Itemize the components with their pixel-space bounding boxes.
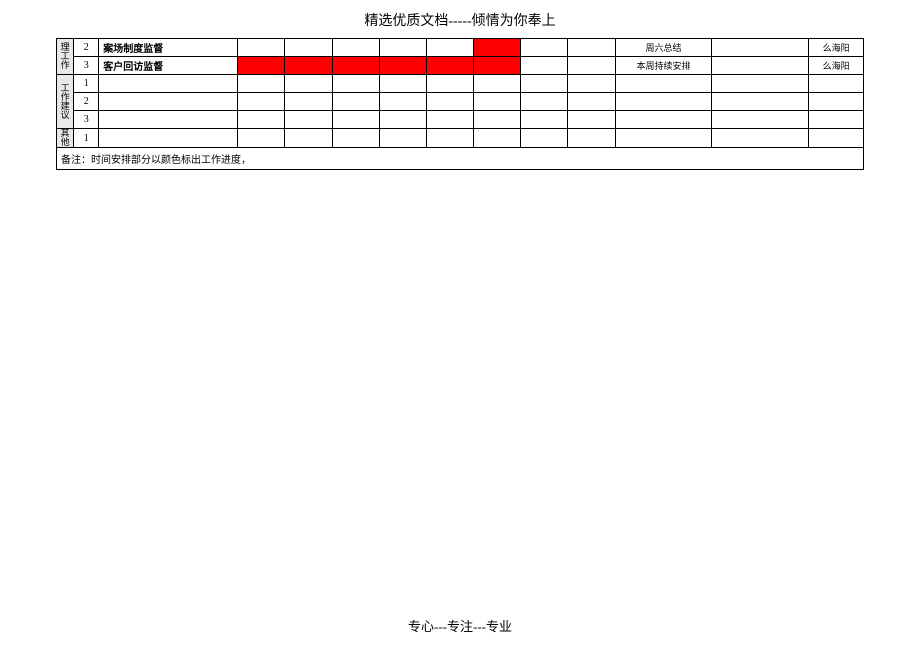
table-row: 3 客户回访监督 本周持续安排 么海阳 [57,57,864,75]
task-name: 案场制度监督 [99,39,238,57]
day-cell-filled [426,57,473,75]
person-cell [809,75,864,93]
day-cell [238,75,285,93]
note-cell [615,129,712,148]
day-cell [568,57,615,75]
table-row: 其他 1 [57,129,864,148]
page-header: 精选优质文档-----倾情为你奉上 [0,0,920,38]
row-num: 1 [74,129,99,148]
day-cell-filled [474,57,521,75]
day-cell [238,93,285,111]
day-cell [521,75,568,93]
note-cell: 本周持续安排 [615,57,712,75]
day-cell [426,75,473,93]
day-cell [285,93,332,111]
day-cell [332,75,379,93]
day-cell-filled [379,57,426,75]
extra-cell [712,111,809,129]
table-row: 3 [57,111,864,129]
day-cell [285,75,332,93]
day-cell [521,111,568,129]
extra-cell [712,93,809,111]
person-cell [809,129,864,148]
day-cell [332,39,379,57]
day-cell [521,57,568,75]
task-name: 客户回访监督 [99,57,238,75]
task-name [99,93,238,111]
task-name [99,75,238,93]
day-cell [521,129,568,148]
extra-cell [712,129,809,148]
note-cell: 周六总结 [615,39,712,57]
day-cell-filled [285,57,332,75]
person-cell: 么海阳 [809,39,864,57]
table-row: 2 [57,93,864,111]
day-cell [521,93,568,111]
day-cell [332,111,379,129]
day-cell [474,129,521,148]
day-cell [332,93,379,111]
day-cell [426,129,473,148]
note-cell [615,93,712,111]
day-cell [474,75,521,93]
day-cell [568,39,615,57]
day-cell [426,111,473,129]
task-name [99,129,238,148]
day-cell-filled [474,39,521,57]
side-label-3: 其他 [57,129,74,148]
schedule-table: 理工作 2 案场制度监督 周六总结 么海阳 3 客户回访监督 [56,38,864,170]
row-num: 2 [74,39,99,57]
day-cell [568,129,615,148]
row-num: 2 [74,93,99,111]
day-cell [285,111,332,129]
day-cell [238,129,285,148]
day-cell [426,39,473,57]
day-cell [474,111,521,129]
day-cell [568,93,615,111]
day-cell [332,129,379,148]
page-footer: 专心---专注---专业 [0,616,920,635]
day-cell-filled [238,57,285,75]
side-label-2: 工作建议 [57,75,74,129]
extra-cell [712,57,809,75]
day-cell [568,111,615,129]
extra-cell [712,39,809,57]
remark-text: 备注：时间安排部分以颜色标出工作进度， [57,148,864,170]
row-num: 1 [74,75,99,93]
side-label-1: 理工作 [57,39,74,75]
day-cell [285,129,332,148]
day-cell [568,75,615,93]
task-name [99,111,238,129]
remark-row: 备注：时间安排部分以颜色标出工作进度， [57,148,864,170]
day-cell [379,93,426,111]
day-cell [379,75,426,93]
extra-cell [712,75,809,93]
row-num: 3 [74,111,99,129]
row-num: 3 [74,57,99,75]
table-row: 工作建议 1 [57,75,864,93]
person-cell: 么海阳 [809,57,864,75]
day-cell [238,39,285,57]
day-cell [238,111,285,129]
person-cell [809,93,864,111]
day-cell [474,93,521,111]
day-cell [285,39,332,57]
day-cell [426,93,473,111]
person-cell [809,111,864,129]
day-cell [379,39,426,57]
day-cell [379,129,426,148]
day-cell-filled [332,57,379,75]
day-cell [379,111,426,129]
day-cell [521,39,568,57]
note-cell [615,75,712,93]
note-cell [615,111,712,129]
table-row: 理工作 2 案场制度监督 周六总结 么海阳 [57,39,864,57]
table-wrapper: 理工作 2 案场制度监督 周六总结 么海阳 3 客户回访监督 [0,38,920,170]
